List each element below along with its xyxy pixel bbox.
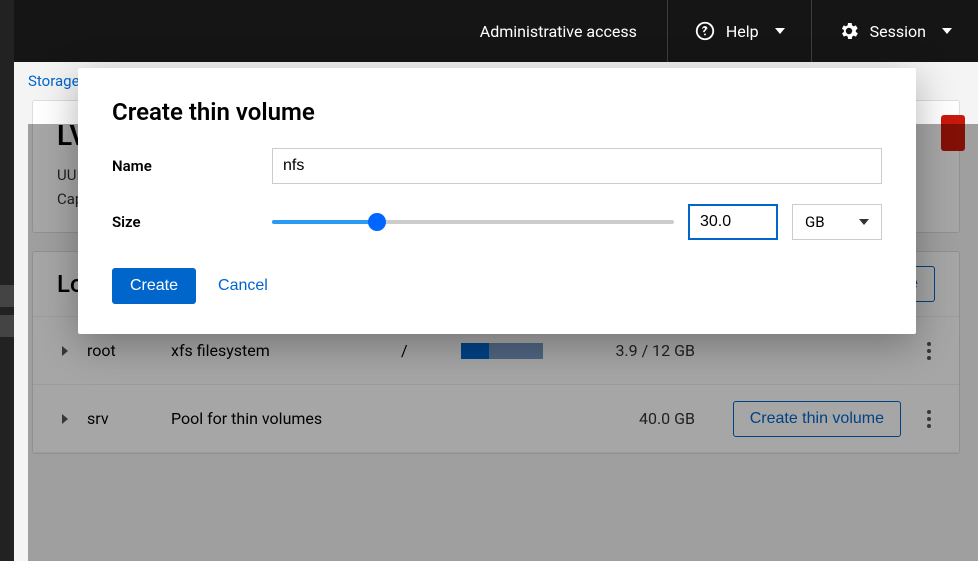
size-label: Size (112, 213, 272, 231)
cancel-button[interactable]: Cancel (218, 277, 268, 295)
size-slider[interactable] (272, 213, 674, 231)
help-icon (694, 20, 716, 42)
create-thin-volume-modal: Create thin volume Name Size GB Create C… (78, 68, 916, 334)
size-row: Size GB (112, 204, 882, 240)
size-input[interactable] (688, 204, 778, 240)
administrative-access-label: Administrative access (480, 22, 637, 41)
name-input[interactable] (272, 148, 882, 184)
create-button[interactable]: Create (112, 268, 196, 304)
administrative-access-button[interactable]: Administrative access (454, 0, 667, 62)
modal-footer: Create Cancel (112, 268, 882, 304)
name-row: Name (112, 148, 882, 184)
size-controls: GB (272, 204, 882, 240)
gear-icon (838, 20, 860, 42)
breadcrumb-storage-link[interactable]: Storage (28, 72, 80, 90)
chevron-down-icon (859, 219, 869, 225)
modal-title: Create thin volume (112, 98, 882, 126)
left-sidebar-sliver (0, 0, 14, 561)
session-menu[interactable]: Session (811, 0, 978, 62)
unit-select[interactable]: GB (792, 204, 882, 240)
topbar: Administrative access Help Session (0, 0, 978, 62)
name-label: Name (112, 157, 272, 175)
session-label: Session (870, 22, 926, 41)
chevron-down-icon (775, 28, 785, 34)
unit-value: GB (805, 213, 825, 231)
help-label: Help (726, 22, 759, 41)
slider-thumb[interactable] (368, 213, 386, 231)
slider-fill (272, 220, 377, 224)
sidebar-notch (0, 315, 14, 337)
sidebar-notch (0, 285, 14, 307)
help-menu[interactable]: Help (667, 0, 811, 62)
chevron-down-icon (942, 28, 952, 34)
